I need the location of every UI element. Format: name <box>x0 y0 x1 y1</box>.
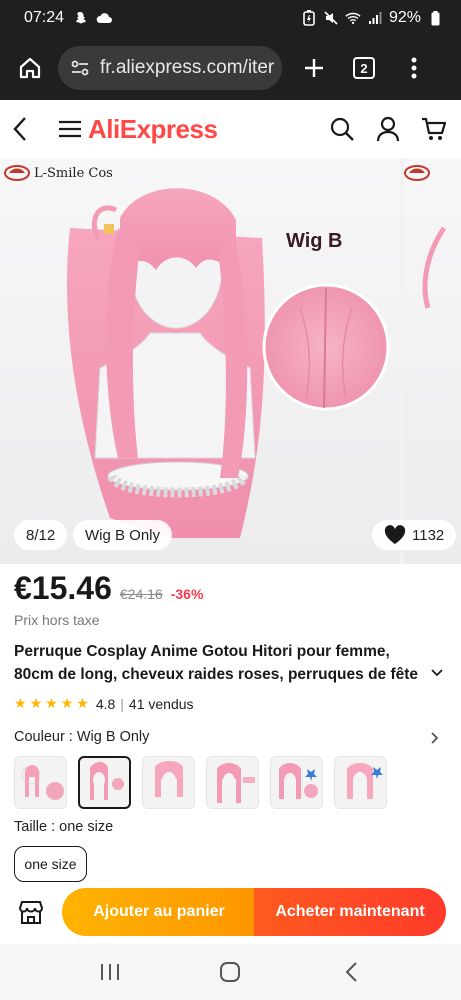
cloud-icon <box>96 10 113 26</box>
product-gallery[interactable]: L-Smile Cos Wig B 8/12 Wig B Only 1132 <box>0 158 461 564</box>
color-swatches <box>14 756 387 809</box>
store-button[interactable] <box>14 895 48 929</box>
browser-toolbar: fr.aliexpress.com/iter 2 <box>0 36 461 100</box>
aliexpress-logo[interactable]: AliExpress <box>88 114 218 145</box>
wig-illustration <box>66 188 390 538</box>
color-swatch[interactable] <box>334 756 387 809</box>
color-swatch[interactable] <box>142 756 195 809</box>
back-button[interactable] <box>12 114 40 144</box>
status-time: 07:24 <box>24 9 65 26</box>
size-option-button[interactable]: one size <box>14 846 87 882</box>
chevron-right-icon[interactable] <box>428 731 442 745</box>
star-icon: ★ <box>14 695 27 711</box>
rating-value: 4.8 <box>95 695 116 712</box>
add-to-cart-button[interactable]: Ajouter au panier <box>62 888 256 936</box>
home-nav-icon <box>220 962 241 982</box>
home-button[interactable] <box>12 50 48 86</box>
account-button[interactable] <box>373 114 403 144</box>
wifi-icon <box>345 10 361 26</box>
new-tab-button[interactable] <box>296 50 332 86</box>
color-swatch[interactable] <box>206 756 259 809</box>
discount-badge: -36% <box>170 586 204 602</box>
star-icon: ★ <box>45 695 58 711</box>
sold-count: 41 vendus <box>128 695 194 712</box>
product-title-line2: 80cm de long, cheveux raides roses, perr… <box>14 666 419 683</box>
menu-button[interactable] <box>58 116 84 142</box>
original-price: €24.16 <box>119 586 163 602</box>
signal-icon <box>367 10 383 26</box>
gallery-counter: 8/12 <box>14 520 68 550</box>
product-title[interactable]: Perruque Cosplay Anime Gotou Hitori pour… <box>14 640 434 686</box>
more-vertical-icon <box>411 57 417 79</box>
url-bar[interactable]: fr.aliexpress.com/iter <box>58 46 282 90</box>
recents-icon <box>101 964 120 980</box>
search-button[interactable] <box>327 114 357 144</box>
current-price: €15.46 <box>14 570 112 606</box>
size-label: Taille : one size <box>14 819 114 835</box>
browser-menu-button[interactable] <box>396 50 432 86</box>
plus-icon <box>305 59 323 77</box>
chevron-down-icon[interactable] <box>430 666 444 680</box>
tab-count: 2 <box>353 57 375 79</box>
home-nav-button[interactable] <box>210 952 250 992</box>
store-icon <box>18 901 44 924</box>
back-nav-icon <box>345 962 357 982</box>
color-swatch-selected[interactable] <box>78 756 131 809</box>
rating-row[interactable]: ★ ★ ★ ★ ★ 4.8 | 41 vendus <box>14 695 194 712</box>
battery-percent: 92% <box>388 9 421 26</box>
heart-icon <box>384 525 406 544</box>
recents-button[interactable] <box>90 952 130 992</box>
system-nav-bar <box>0 944 461 1000</box>
cart-icon <box>422 117 447 140</box>
star-icon: ★ <box>76 695 89 711</box>
app-header: AliExpress <box>0 100 461 158</box>
price-row: €15.46 €24.16 -36% <box>14 570 203 607</box>
star-icon: ★ <box>29 695 43 711</box>
back-nav-button[interactable] <box>331 952 371 992</box>
color-label[interactable]: Couleur : Wig B Only <box>14 729 149 745</box>
battery-saver-icon <box>301 10 317 26</box>
buy-now-button[interactable]: Acheter maintenant <box>254 888 446 936</box>
hamburger-icon <box>59 120 81 138</box>
next-wig-illustration <box>422 226 447 309</box>
tax-note: Prix hors taxe <box>14 612 100 628</box>
color-swatch[interactable] <box>14 756 67 809</box>
image-label: Wig B <box>286 230 343 252</box>
wishlist-button[interactable]: 1132 <box>372 520 457 550</box>
product-title-line1: Perruque Cosplay Anime Gotou Hitori pour… <box>14 643 390 660</box>
status-bar: 07:24 92% <box>0 0 461 36</box>
battery-icon <box>427 10 443 26</box>
cart-button[interactable] <box>419 114 449 144</box>
tab-switcher-button[interactable]: 2 <box>346 50 382 86</box>
rating-separator: | <box>120 695 124 712</box>
search-icon <box>330 117 354 141</box>
gallery-next-image[interactable] <box>404 158 461 564</box>
user-icon <box>376 116 400 142</box>
color-swatch[interactable] <box>270 756 323 809</box>
gallery-image[interactable]: L-Smile Cos Wig B 8/12 Wig B Only <box>0 158 400 564</box>
site-settings-icon[interactable] <box>68 56 92 80</box>
chevron-left-icon <box>13 117 26 141</box>
wishlist-count: 1132 <box>412 526 445 544</box>
mute-icon <box>323 10 339 26</box>
star-icon: ★ <box>60 695 74 711</box>
url-text: fr.aliexpress.com/iter <box>100 57 275 78</box>
home-icon <box>19 57 41 79</box>
variant-tag: Wig B Only <box>73 520 173 550</box>
snapchat-icon <box>72 10 88 26</box>
